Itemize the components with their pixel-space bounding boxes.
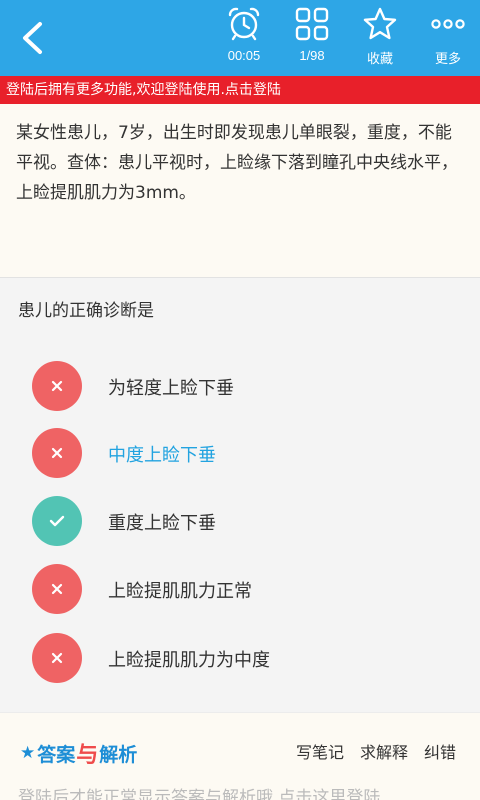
- more-button[interactable]: 更多: [416, 6, 480, 72]
- option-3[interactable]: 重度上睑下垂: [0, 491, 480, 551]
- chevron-left-icon: [23, 22, 42, 54]
- grid-icon: [295, 7, 329, 41]
- login-banner[interactable]: 登陆后拥有更多功能,欢迎登陆使用.点击登陆: [0, 76, 480, 104]
- favorite-button[interactable]: 收藏: [348, 6, 412, 72]
- timer-label: 00:05: [227, 48, 261, 63]
- answer-section: ★ 答案 与 解析 写笔记 求解释 纠错 登陆后才能正常显示答案与解析哦,点击这…: [0, 712, 480, 800]
- progress-label: 1/98: [299, 48, 325, 63]
- more-label: 更多: [434, 51, 461, 66]
- answer-actions: 写笔记 求解释 纠错: [280, 739, 456, 763]
- answer-analysis-title: ★ 答案 与 解析: [20, 737, 137, 769]
- report-error-button[interactable]: 纠错: [424, 739, 456, 763]
- option-3-status: [32, 496, 82, 546]
- more-dots-icon: [431, 19, 465, 29]
- option-2-text: 中度上睑下垂: [108, 445, 216, 466]
- option-5-status: [32, 633, 82, 683]
- option-1[interactable]: 为轻度上睑下垂: [0, 356, 480, 416]
- option-3-text: 重度上睑下垂: [108, 513, 216, 534]
- option-1-text: 为轻度上睑下垂: [108, 378, 234, 399]
- option-1-status: [32, 361, 82, 411]
- option-4-status: [32, 564, 82, 614]
- question-text: 患儿的正确诊断是: [18, 301, 154, 321]
- progress-button[interactable]: 1/98: [280, 6, 344, 72]
- check-icon: [49, 515, 65, 527]
- top-bar: 00:05 1/98 收藏 更多: [0, 0, 480, 76]
- option-2[interactable]: 中度上睑下垂: [0, 423, 480, 483]
- option-5-text: 上睑提肌肌力为中度: [108, 650, 270, 671]
- back-button[interactable]: [10, 16, 54, 60]
- option-4-text: 上睑提肌肌力正常: [108, 581, 252, 602]
- close-icon: [51, 380, 63, 392]
- login-notice[interactable]: 登陆后才能正常显示答案与解析哦,点击这里登陆: [18, 783, 380, 800]
- brand-part2: 解析: [99, 743, 138, 766]
- stem-text: 某女性患儿，7岁，出生时即发现患儿单眼裂，重度，不能平视。查体：患儿平视时，上睑…: [16, 123, 458, 203]
- alarm-clock-icon: [228, 7, 260, 41]
- write-note-button[interactable]: 写笔记: [296, 739, 344, 763]
- option-5[interactable]: 上睑提肌肌力为中度: [0, 628, 480, 688]
- star-icon: ★: [20, 743, 36, 763]
- close-icon: [51, 583, 63, 595]
- close-icon: [51, 652, 63, 664]
- brand-part1: 答案: [37, 743, 76, 766]
- question-stem: 某女性患儿，7岁，出生时即发现患儿单眼裂，重度，不能平视。查体：患儿平视时，上睑…: [0, 104, 480, 278]
- option-4[interactable]: 上睑提肌肌力正常: [0, 559, 480, 619]
- ask-explain-button[interactable]: 求解释: [360, 739, 408, 763]
- close-icon: [51, 447, 63, 459]
- timer-button[interactable]: 00:05: [212, 6, 276, 72]
- brand-connector: 与: [76, 743, 99, 768]
- option-2-status: [32, 428, 82, 478]
- star-icon: [363, 7, 397, 40]
- favorite-label: 收藏: [366, 51, 393, 66]
